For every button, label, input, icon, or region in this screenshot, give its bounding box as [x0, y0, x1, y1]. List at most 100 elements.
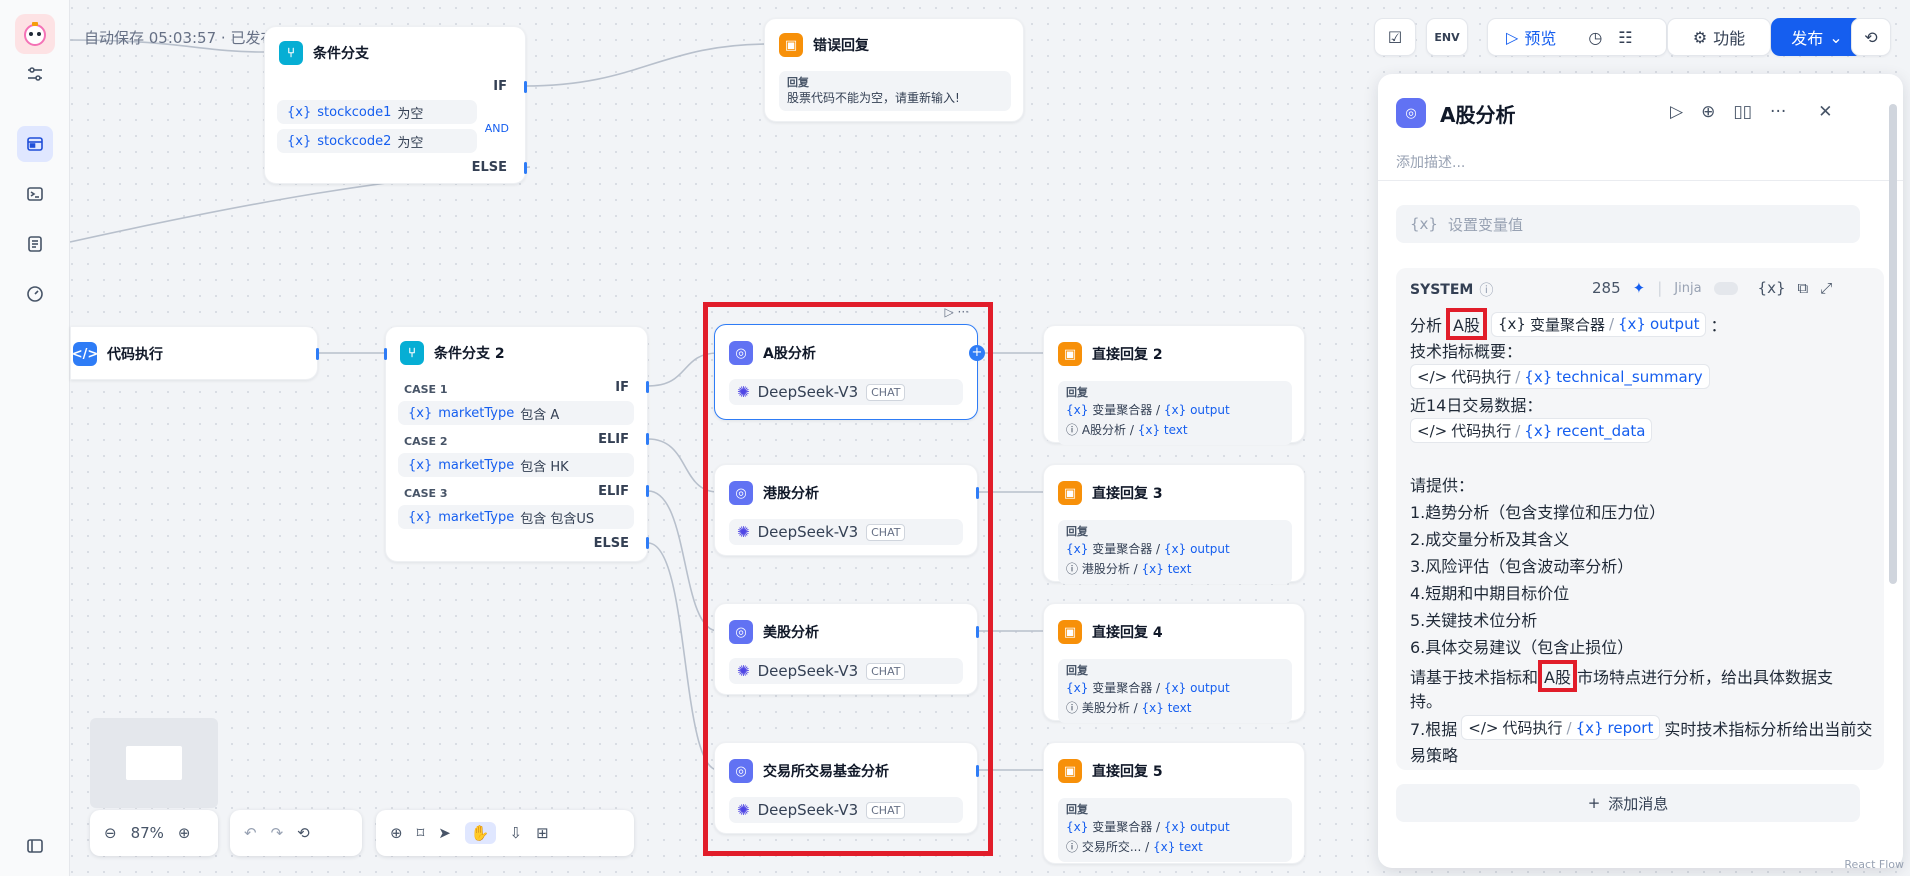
reply-node-4[interactable]: ▣ 直接回复 4 回复 {x} 变量聚合器 / {x} output ⓘ 美股分析… [1043, 603, 1305, 723]
reply-label: 回复 [1066, 664, 1088, 677]
node-title: 直接回复 4 [1092, 625, 1163, 641]
variable-insert-icon[interactable]: {x} [1758, 279, 1786, 297]
condition-node-1[interactable]: ⑂ 条件分支 IF {x} stockcode1 为空 {x} stockcode2 为空… [264, 26, 527, 184]
preview-group: ▷ 预览 ◷ ☷ [1487, 18, 1667, 56]
undo-icon[interactable]: ↶ [244, 824, 257, 842]
expand-icon[interactable]: ⤢ [1820, 279, 1832, 297]
node-title: 错误回复 [813, 38, 869, 54]
elif-label: ELIF [598, 432, 629, 447]
reply-node-2[interactable]: ▣ 直接回复 2 回复 {x} 变量聚合器 / {x} output ⓘ A股分析… [1043, 325, 1305, 445]
port[interactable] [524, 81, 527, 93]
pointer-icon[interactable]: ➤ [438, 824, 451, 842]
if-label: IF [493, 79, 507, 94]
features-label: 功能 [1713, 29, 1746, 48]
port[interactable] [524, 162, 527, 174]
system-label: SYSTEM [1410, 282, 1474, 298]
history-icon: ⟲ [1864, 27, 1878, 47]
help-icon[interactable]: ⓘ [1479, 280, 1493, 300]
terminal-icon[interactable] [17, 176, 53, 212]
env-button[interactable]: ENV [1426, 18, 1468, 56]
orchestrate-icon[interactable] [17, 126, 53, 162]
condition-row[interactable]: {x} marketType 包含 A [398, 401, 634, 425]
zoom-out-icon[interactable]: ⊖ [104, 824, 117, 842]
reply-icon: ▣ [1058, 759, 1082, 783]
port[interactable] [646, 537, 649, 549]
run-history-icon[interactable]: ◷ [1588, 28, 1602, 47]
case-label: CASE 2 [404, 435, 448, 448]
redo-icon[interactable]: ↷ [271, 824, 284, 842]
add-note-icon[interactable]: ⌑ [417, 824, 425, 842]
node-title: 直接回复 5 [1092, 764, 1163, 780]
and-label: AND [484, 122, 509, 135]
canvas-tools: ⊕ ⌑ ➤ ✋ ⇩ ⊞ [376, 810, 634, 856]
reply-label: 回复 [1066, 803, 1088, 816]
zoom-control: ⊖ 87% ⊕ [90, 810, 218, 856]
more-icon[interactable]: ··· [1770, 102, 1786, 122]
if-label: IF [615, 380, 629, 395]
zoom-level[interactable]: 87% [131, 824, 164, 842]
sidebar-toggle-icon[interactable] [17, 828, 53, 864]
play-icon[interactable]: ▷ [1506, 28, 1518, 47]
condition-row[interactable]: {x} stockcode1 为空 [277, 100, 477, 124]
node-title: 直接回复 2 [1092, 347, 1163, 363]
else-label: ELSE [471, 160, 507, 175]
highlight-a-share: A股 [1538, 660, 1577, 692]
reply-label: 回复 [787, 76, 809, 89]
react-flow-attribution: React Flow [1844, 858, 1904, 871]
add-node-icon[interactable]: ⊕ [390, 824, 403, 842]
error-reply-node[interactable]: ▣ 错误回复 回复 股票代码不能为空，请重新输入! [764, 18, 1024, 122]
edge [524, 43, 771, 87]
port[interactable] [646, 485, 649, 497]
features-button[interactable]: ⚙ 功能 [1667, 18, 1771, 56]
copy-icon[interactable]: ⧉ [1798, 279, 1809, 297]
history-control: ↶ ↷ ⟲ [230, 810, 362, 856]
node-title: 直接回复 3 [1092, 486, 1163, 502]
layout-icon[interactable]: ⊞ [536, 824, 549, 842]
reply-node-3[interactable]: ▣ 直接回复 3 回复 {x} 变量聚合器 / {x} output ⓘ 港股分析… [1043, 464, 1305, 584]
checklist-button[interactable]: ☑ [1374, 18, 1416, 56]
book-icon[interactable]: ▯▯ [1733, 102, 1752, 122]
close-icon[interactable]: ✕ [1818, 102, 1832, 122]
publish-button[interactable]: 发布 ⌄ [1771, 18, 1863, 56]
logs-icon[interactable] [17, 226, 53, 262]
app-avatar-icon[interactable] [15, 14, 55, 54]
reply-node-5[interactable]: ▣ 直接回复 5 回复 {x} 变量聚合器 / {x} output ⓘ 交易所交… [1043, 742, 1305, 864]
variable-icon: {x} [1410, 215, 1438, 233]
jinja-toggle[interactable] [1713, 281, 1738, 295]
run-icon[interactable]: ▷ [1670, 102, 1683, 122]
panel-scrollbar[interactable] [1889, 104, 1897, 584]
condition-node-2[interactable]: ⑂ 条件分支 2 CASE 1 IF {x} marketType 包含 A CASE… [384, 326, 649, 562]
panel-title[interactable]: A股分析 [1440, 99, 1515, 128]
system-prompt-editor[interactable]: SYSTEM ⓘ 285 ✦ | Jinja {x} ⧉ ⤢ 分析 A股 {x}… [1396, 268, 1884, 770]
sparkle-icon[interactable]: ✦ [1633, 279, 1646, 297]
variable-input[interactable]: {x} 设置变量值 [1396, 205, 1860, 243]
port[interactable] [316, 348, 319, 360]
publish-label: 发布 [1791, 29, 1824, 48]
reply-label: 回复 [1066, 386, 1088, 399]
add-message-label: 添加消息 [1608, 794, 1669, 813]
hand-tool-icon[interactable]: ✋ [464, 822, 496, 844]
condition-row[interactable]: {x} stockcode2 为空 [277, 129, 477, 153]
checklist-icon[interactable]: ☷ [1618, 28, 1632, 47]
port[interactable] [384, 348, 387, 360]
code-node[interactable]: </> 代码执行 [70, 326, 319, 380]
elif-label: ELIF [598, 484, 629, 499]
reply-label: 回复 [1066, 525, 1088, 538]
port[interactable] [646, 433, 649, 445]
preview-button[interactable]: 预览 [1524, 25, 1556, 49]
reply-text: 股票代码不能为空，请重新输入! [787, 91, 960, 105]
condition-row[interactable]: {x} marketType 包含 HK [398, 453, 634, 477]
condition-row[interactable]: {x} marketType 包含 包含US [398, 505, 634, 529]
description-input[interactable]: 添加描述... [1396, 152, 1465, 172]
port[interactable] [646, 381, 649, 393]
zoom-in-icon[interactable]: ⊕ [178, 824, 191, 842]
settings-sliders-icon[interactable] [17, 56, 53, 92]
history-icon[interactable]: ⟲ [297, 824, 310, 842]
env-label: ENV [1434, 30, 1460, 44]
add-message-button[interactable]: + 添加消息 [1396, 784, 1860, 822]
export-icon[interactable]: ⇩ [510, 824, 523, 842]
version-history-button[interactable]: ⟲ [1851, 18, 1891, 56]
target-icon[interactable]: ⊕ [1701, 102, 1715, 122]
dashboard-gauge-icon[interactable] [17, 276, 53, 312]
minimap[interactable] [90, 718, 218, 808]
